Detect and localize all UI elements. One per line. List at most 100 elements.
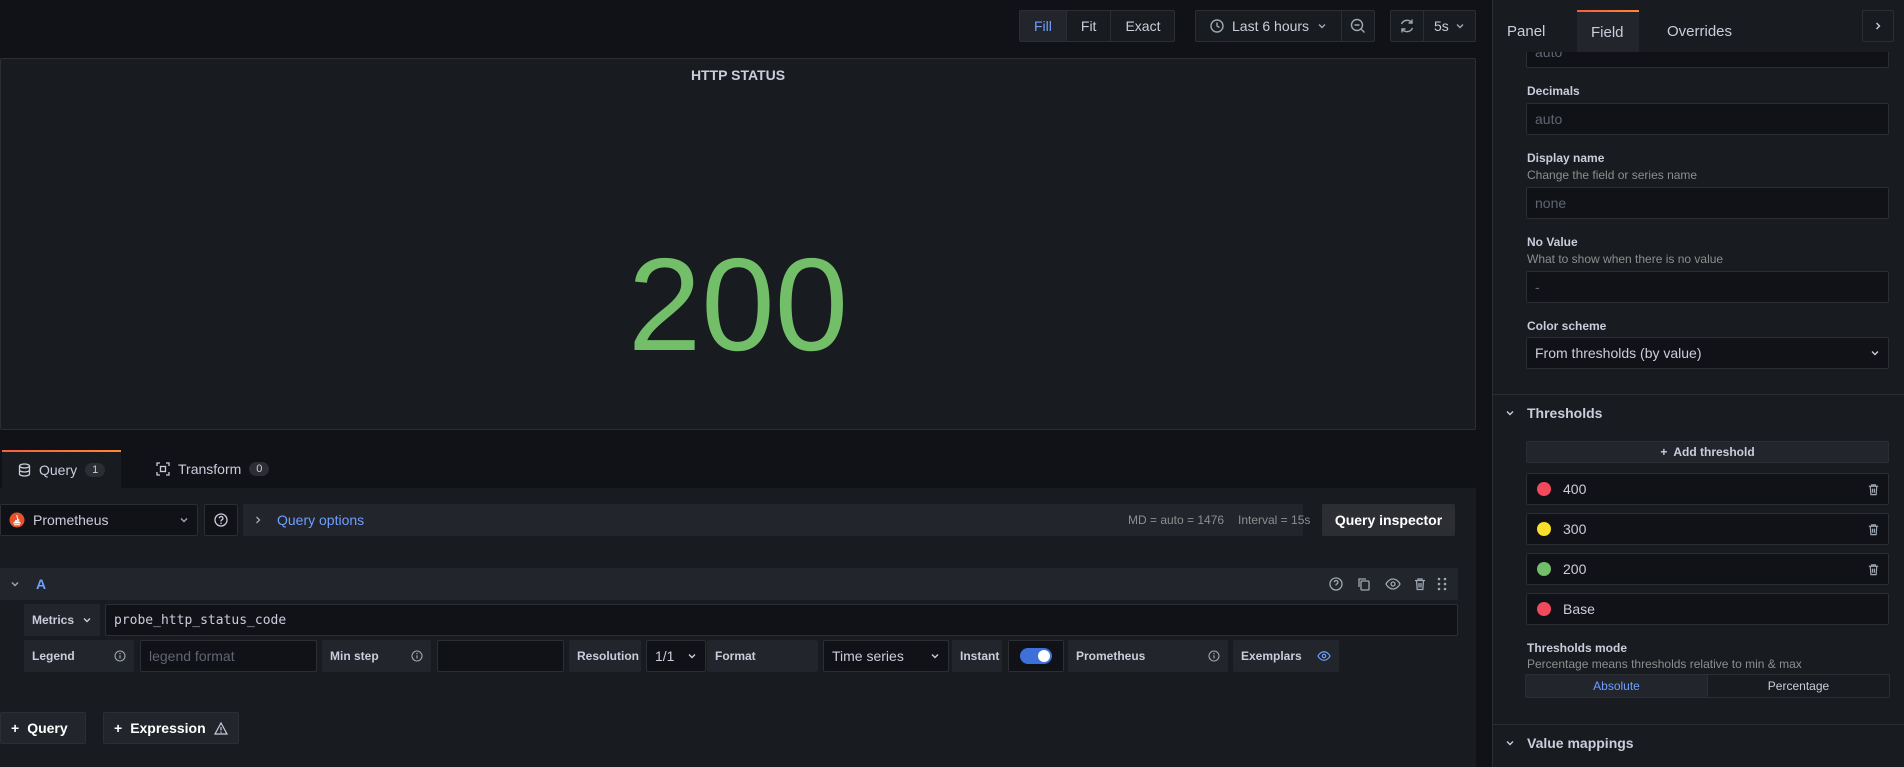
- resolution-select[interactable]: 1/1: [646, 640, 706, 672]
- decimals-label: Decimals: [1527, 84, 1580, 98]
- query-ref-id[interactable]: A: [36, 576, 46, 592]
- sidebar-scroll-area[interactable]: auto Decimals auto Display name Change t…: [1493, 52, 1904, 767]
- instant-toggle[interactable]: [1020, 648, 1052, 664]
- mode-absolute-button[interactable]: Absolute: [1526, 675, 1708, 697]
- decimals-input[interactable]: auto: [1526, 103, 1889, 135]
- no-value-input[interactable]: -: [1526, 271, 1889, 303]
- metric-expression-input[interactable]: probe_http_status_code: [105, 604, 1458, 636]
- refresh-interval-label: 5s: [1434, 18, 1449, 34]
- chevron-down-icon: [82, 615, 92, 625]
- value-mappings-section-header[interactable]: Value mappings: [1493, 725, 1904, 761]
- plus-icon: +: [1660, 445, 1668, 459]
- time-range-picker[interactable]: Last 6 hours: [1196, 11, 1343, 41]
- fill-button[interactable]: Fill: [1020, 11, 1067, 41]
- color-scheme-label: Color scheme: [1527, 319, 1607, 333]
- trash-icon[interactable]: [1867, 483, 1880, 496]
- chevron-down-icon: [930, 651, 940, 661]
- format-value: Time series: [832, 648, 904, 664]
- thresholds-section-header[interactable]: Thresholds: [1493, 395, 1904, 431]
- threshold-row-base[interactable]: Base: [1526, 593, 1889, 625]
- display-name-label: Display name: [1527, 151, 1605, 165]
- datasource-picker[interactable]: Prometheus: [0, 504, 198, 536]
- tab-overrides[interactable]: Overrides: [1653, 10, 1746, 52]
- prometheus-label: Prometheus: [1068, 640, 1228, 672]
- tab-panel[interactable]: Panel: [1493, 10, 1559, 52]
- add-expression-label: Expression: [130, 720, 206, 736]
- color-scheme-value: From thresholds (by value): [1535, 345, 1702, 361]
- threshold-row[interactable]: 300: [1526, 513, 1889, 545]
- trash-icon[interactable]: [1867, 563, 1880, 576]
- threshold-row[interactable]: 200: [1526, 553, 1889, 585]
- duplicate-icon[interactable]: [1357, 577, 1371, 591]
- collapse-sidebar-button[interactable]: [1862, 10, 1894, 42]
- refresh-interval-picker[interactable]: 5s: [1424, 11, 1475, 41]
- chevron-down-icon: [687, 651, 697, 661]
- threshold-color-swatch[interactable]: [1537, 562, 1551, 576]
- chevron-right-icon: [253, 515, 263, 525]
- add-expression-button[interactable]: + Expression: [103, 712, 239, 744]
- add-threshold-label: Add threshold: [1673, 445, 1755, 459]
- min-step-label: Min step: [322, 640, 431, 672]
- datasource-name: Prometheus: [33, 512, 109, 528]
- no-value-label: No Value: [1527, 235, 1578, 249]
- tab-field[interactable]: Field: [1577, 10, 1639, 52]
- warning-icon: [213, 721, 228, 735]
- legend-label: Legend: [24, 640, 134, 672]
- zoom-out-button[interactable]: [1342, 11, 1374, 41]
- chevron-down-icon: [1505, 738, 1515, 748]
- exact-button[interactable]: Exact: [1111, 11, 1174, 41]
- threshold-value: 200: [1563, 561, 1587, 577]
- clock-icon: [1210, 19, 1224, 33]
- threshold-row[interactable]: 400: [1526, 473, 1889, 505]
- display-name-input[interactable]: none: [1526, 187, 1889, 219]
- transform-count-badge: 0: [249, 462, 270, 476]
- refresh-button[interactable]: [1391, 11, 1424, 41]
- format-select[interactable]: Time series: [823, 640, 949, 672]
- threshold-value: Base: [1563, 601, 1595, 617]
- color-scheme-select[interactable]: From thresholds (by value): [1526, 337, 1889, 369]
- legend-format-input[interactable]: legend format: [140, 640, 317, 672]
- info-icon[interactable]: [1208, 650, 1220, 662]
- chevron-down-icon: [1870, 348, 1880, 358]
- interval-info: Interval = 15s: [1238, 513, 1311, 527]
- drag-handle-icon[interactable]: [1436, 577, 1448, 591]
- mode-percentage-button[interactable]: Percentage: [1708, 675, 1889, 697]
- plus-icon: +: [114, 720, 123, 736]
- threshold-color-swatch[interactable]: [1537, 602, 1551, 616]
- threshold-color-swatch[interactable]: [1537, 522, 1551, 536]
- panel-size-group: Fill Fit Exact: [1019, 10, 1176, 42]
- unit-input[interactable]: auto: [1526, 52, 1889, 68]
- fit-button[interactable]: Fit: [1067, 11, 1112, 41]
- chevron-down-icon: [1317, 21, 1327, 31]
- eye-icon[interactable]: [1317, 650, 1331, 662]
- time-range-label: Last 6 hours: [1232, 18, 1310, 34]
- metrics-browser-button[interactable]: Metrics: [24, 604, 100, 636]
- thresholds-title: Thresholds: [1527, 405, 1603, 421]
- thresholds-mode-label: Thresholds mode: [1527, 641, 1628, 655]
- tab-transform[interactable]: Transform 0: [140, 450, 285, 488]
- zoom-out-icon: [1350, 18, 1366, 34]
- tab-query[interactable]: Query 1: [2, 450, 122, 488]
- add-query-button[interactable]: + Query: [0, 712, 86, 744]
- eye-icon[interactable]: [1385, 577, 1401, 591]
- tab-transform-label: Transform: [178, 461, 242, 477]
- collapse-chevron-icon[interactable]: [10, 579, 20, 589]
- datasource-help-button[interactable]: [204, 504, 238, 536]
- refresh-icon: [1399, 18, 1415, 34]
- md-info: MD = auto = 1476: [1128, 513, 1225, 527]
- legend-label-text: Legend: [32, 649, 75, 663]
- add-threshold-button[interactable]: + Add threshold: [1526, 441, 1889, 463]
- query-help-icon[interactable]: [1329, 577, 1343, 591]
- no-value-desc: What to show when there is no value: [1527, 252, 1724, 266]
- info-icon[interactable]: [411, 650, 423, 662]
- min-step-input[interactable]: [437, 640, 564, 672]
- threshold-color-swatch[interactable]: [1537, 482, 1551, 496]
- thresholds-mode-desc: Percentage means thresholds relative to …: [1527, 657, 1802, 671]
- thresholds-mode-group: Absolute Percentage: [1525, 674, 1890, 698]
- info-icon[interactable]: [114, 650, 126, 662]
- query-inspector-button[interactable]: Query inspector: [1322, 504, 1455, 536]
- transform-icon: [156, 462, 170, 476]
- stat-value: 200: [627, 231, 849, 378]
- trash-icon[interactable]: [1413, 577, 1427, 591]
- trash-icon[interactable]: [1867, 523, 1880, 536]
